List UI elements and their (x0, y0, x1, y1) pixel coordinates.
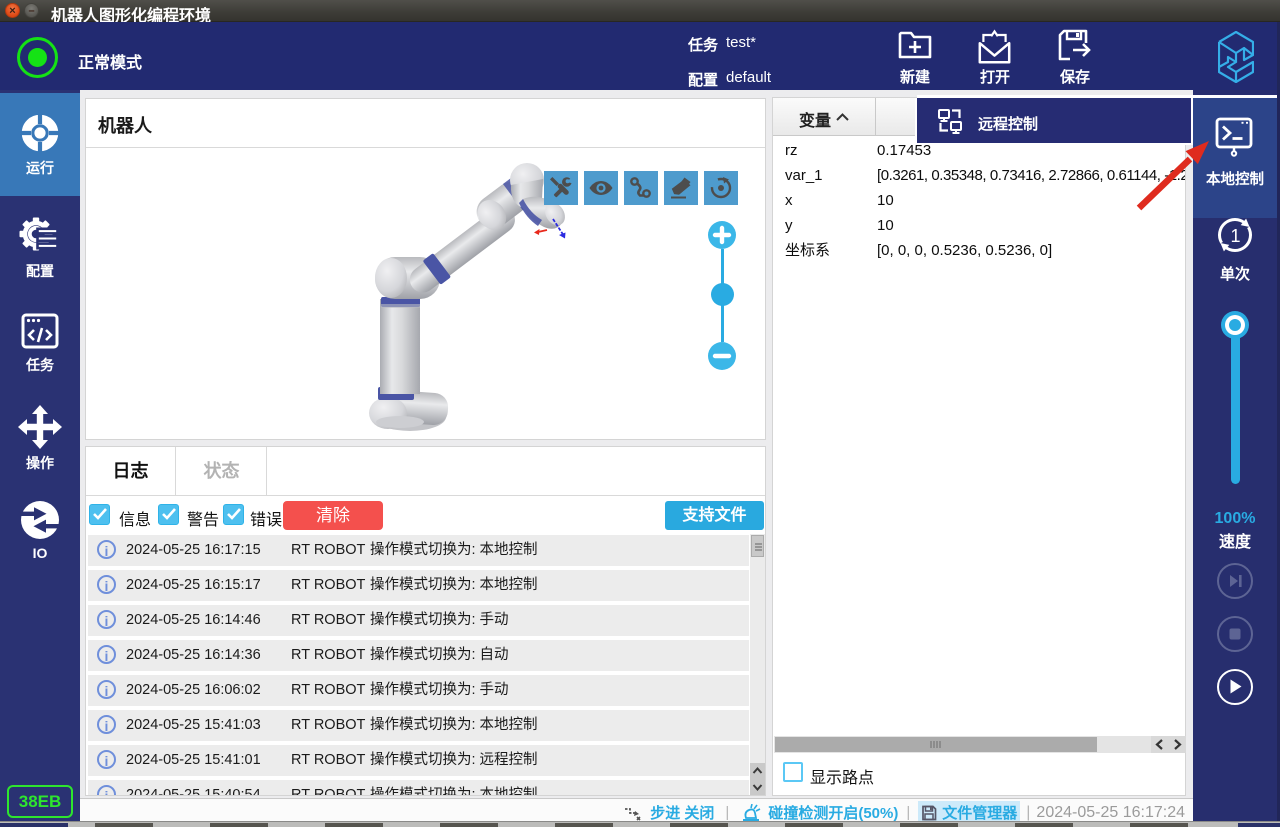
svg-text:1: 1 (1230, 226, 1240, 246)
